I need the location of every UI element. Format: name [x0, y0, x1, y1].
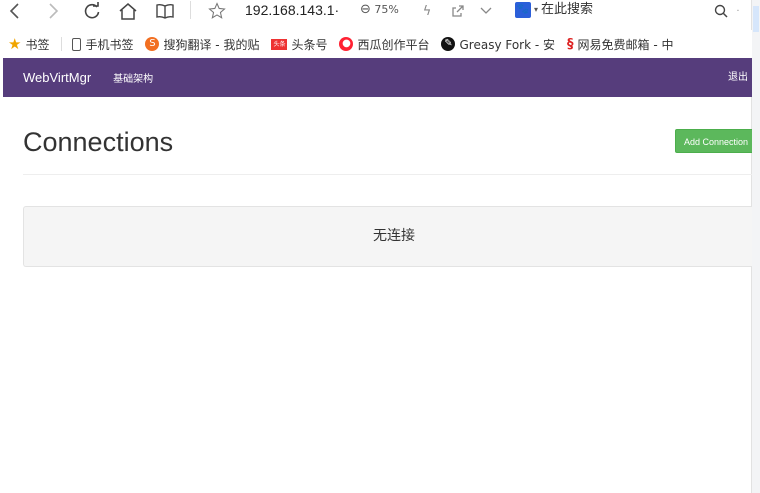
app-navbar: WebVirtMgr 基础架构 退出 [3, 58, 752, 97]
header-divider [23, 174, 752, 175]
baidu-paw-icon[interactable]: 🐾 [515, 2, 531, 18]
empty-state-panel: 无连接 [23, 206, 752, 267]
toutiao-icon: 头条 [271, 38, 288, 50]
bookmarks-bar: ★ 书签 手机书签 S 搜狗翻译 - 我的贴 头条 头条号 ● 西瓜创作平台 ✎… [0, 30, 752, 58]
netease-icon: § [567, 36, 574, 52]
nav-link-infrastructure[interactable]: 基础架构 [113, 70, 153, 85]
bookmark-label: 西瓜创作平台 [357, 37, 430, 52]
brand-link[interactable]: WebVirtMgr [23, 70, 91, 85]
bookmark-item[interactable]: ✎ Greasy Fork - 安 [441, 36, 555, 53]
favorite-star-icon[interactable] [207, 0, 227, 22]
logout-link[interactable]: 退出 [728, 58, 748, 97]
empty-message: 无连接 [373, 228, 415, 244]
forward-icon[interactable] [44, 0, 62, 22]
toolbar-divider [190, 1, 191, 19]
lightning-icon[interactable]: ϟ [420, 0, 434, 22]
search-icon[interactable] [712, 0, 730, 22]
bookmark-item[interactable]: § 网易免费邮箱 - 中 [567, 36, 673, 53]
bookmarks-divider [61, 37, 63, 51]
address-bar[interactable]: 192.168.143.1· [245, 0, 339, 20]
reload-icon[interactable] [82, 0, 102, 22]
bookmark-item[interactable]: 手机书签 [72, 36, 133, 53]
bookmark-label: 头条号 [291, 37, 328, 52]
star-icon: ★ [8, 35, 22, 53]
search-engine-dropdown-icon[interactable]: ▾ [534, 0, 538, 20]
phone-icon [72, 37, 82, 51]
search-dropdown-icon[interactable]: · [734, 0, 742, 22]
home-icon[interactable] [117, 0, 139, 22]
bookmark-item[interactable]: 头条 头条号 [271, 36, 327, 53]
bookmark-label: Greasy Fork - 安 [459, 37, 556, 52]
zoom-level: 75% [374, 3, 399, 16]
bookmark-label: 网易免费邮箱 - 中 [577, 37, 674, 52]
bookmark-item[interactable]: S 搜狗翻译 - 我的贴 [145, 36, 259, 53]
back-icon[interactable] [6, 0, 24, 22]
bookmark-label: 手机书签 [85, 37, 134, 52]
search-box[interactable]: 🐾 ▾ 在此搜索 [515, 0, 593, 20]
search-input[interactable]: 在此搜索 [541, 0, 593, 20]
page-title: Connections [23, 127, 174, 157]
greasyfork-icon: ✎ [441, 37, 456, 51]
sogou-icon: S [145, 37, 160, 51]
bookmark-item[interactable]: ● 西瓜创作平台 [339, 36, 429, 53]
zoom-icon: ⊖ [360, 2, 371, 17]
browser-toolbar: 192.168.143.1· ⊖ 75% ϟ 🐾 ▾ 在此搜索 · [0, 0, 760, 30]
add-connection-button[interactable]: Add Connection [675, 129, 752, 153]
reader-icon[interactable] [154, 0, 176, 22]
zoom-indicator[interactable]: ⊖ 75% [360, 0, 399, 20]
chevron-down-icon[interactable] [478, 0, 494, 22]
xigua-icon: ● [339, 37, 354, 51]
bookmark-label: 书签 [25, 37, 50, 52]
bookmark-item[interactable]: ★ 书签 [8, 35, 49, 53]
share-icon[interactable] [450, 0, 466, 22]
bookmark-label: 搜狗翻译 - 我的贴 [163, 37, 260, 52]
